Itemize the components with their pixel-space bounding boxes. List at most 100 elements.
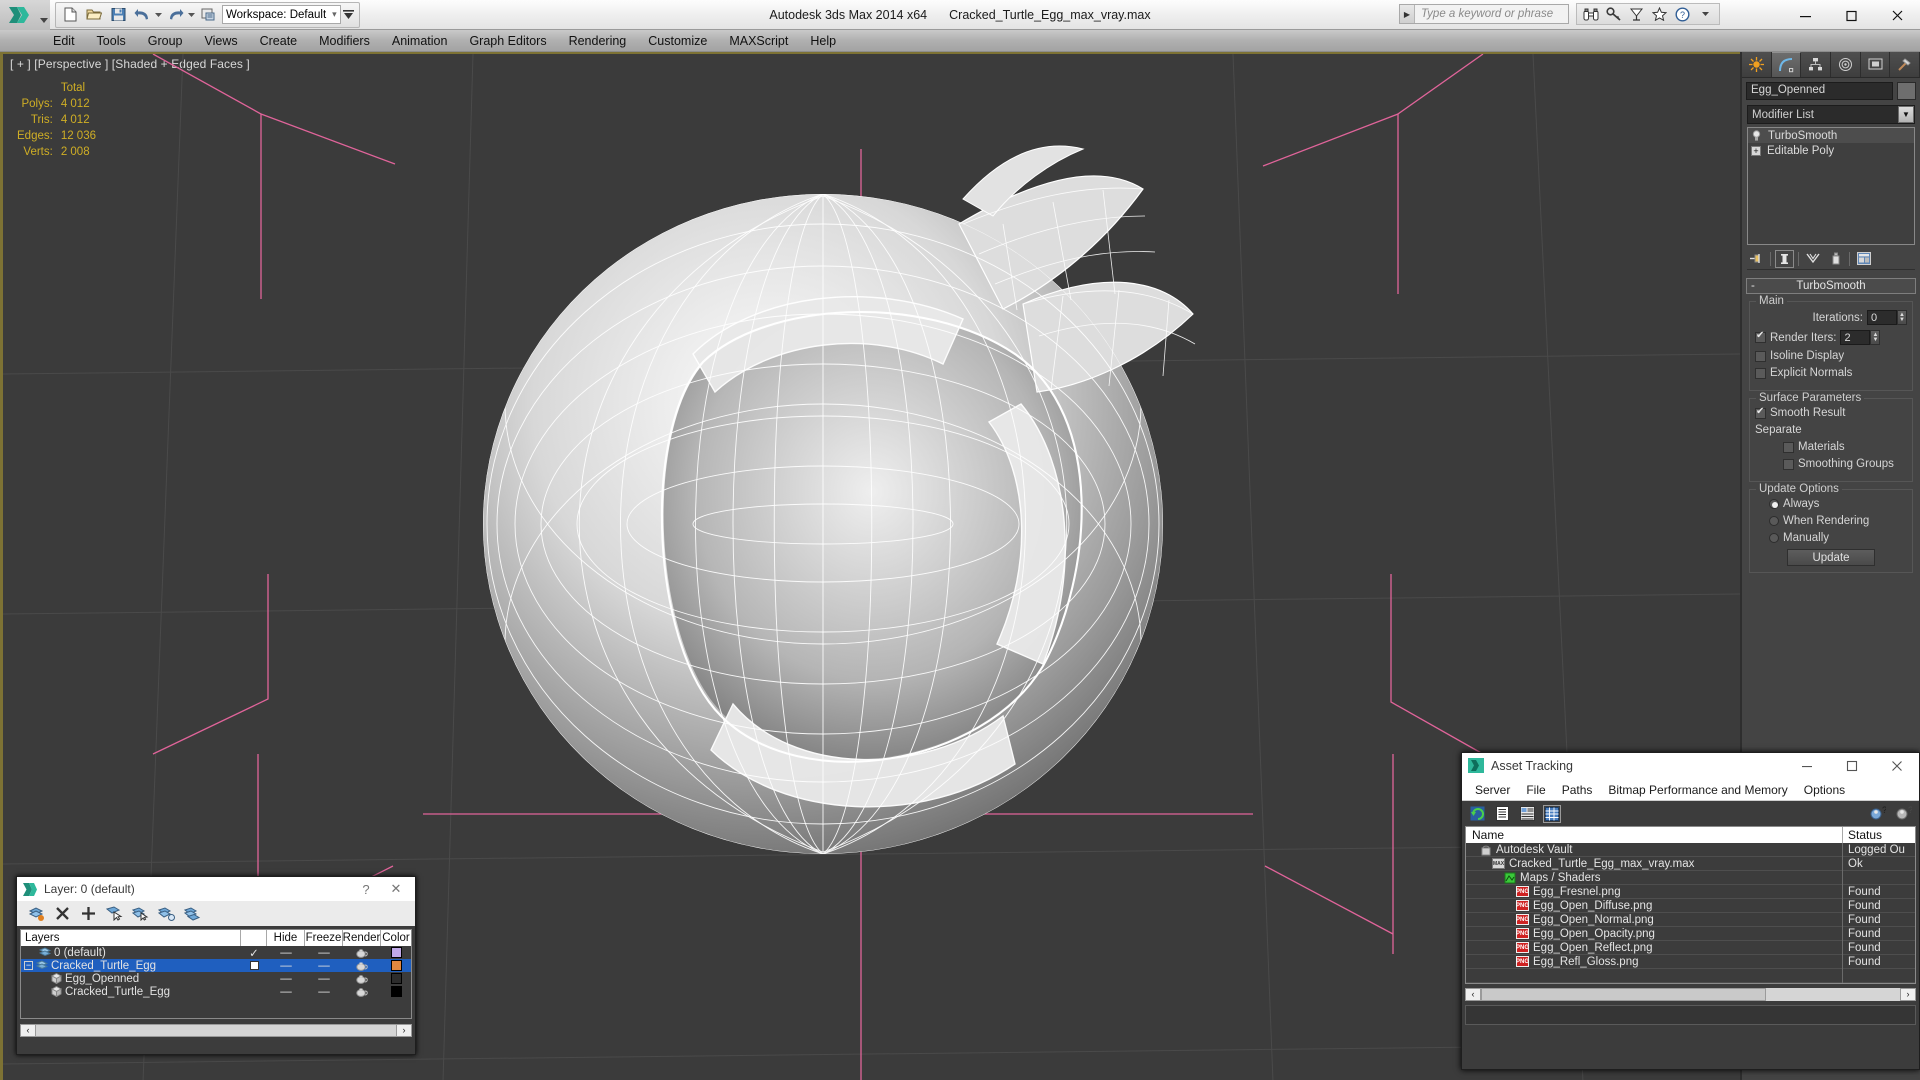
display-tab[interactable]: [1860, 52, 1891, 77]
menu-item-maxscript[interactable]: MAXScript: [718, 32, 799, 50]
refresh-icon[interactable]: [1468, 805, 1486, 823]
menu-item-customize[interactable]: Customize: [637, 32, 718, 50]
star-icon[interactable]: [1649, 4, 1670, 24]
when-rendering-radio[interactable]: [1769, 516, 1779, 526]
asset-close-button[interactable]: [1874, 753, 1919, 779]
select-objects-in-layer-icon[interactable]: [105, 905, 123, 923]
app-menu-button[interactable]: [0, 0, 38, 30]
table-row[interactable]: − Cracked_Turtle_Egg — —: [21, 959, 411, 972]
column-name[interactable]: Name: [1466, 827, 1843, 843]
table-row[interactable]: PNG Egg_Fresnel.png Found: [1466, 884, 1915, 899]
chevron-down-icon[interactable]: ▼: [1898, 106, 1914, 123]
modifier-stack-item-editable-poly[interactable]: + Editable Poly: [1748, 143, 1914, 158]
asset-maximize-button[interactable]: [1829, 753, 1874, 779]
vault-help-icon[interactable]: ?: [1895, 805, 1913, 823]
hierarchy-tab[interactable]: [1801, 52, 1832, 77]
freeze-toggle[interactable]: —: [305, 947, 343, 959]
create-tab[interactable]: [1742, 52, 1772, 77]
layer-dialog-titlebar[interactable]: Layer: 0 (default) ? ✕: [17, 877, 415, 901]
object-color-swatch[interactable]: [1897, 82, 1916, 100]
column-render[interactable]: Render: [343, 930, 381, 946]
column-color[interactable]: Color: [381, 930, 411, 946]
isoline-display-row[interactable]: Isoline Display: [1755, 350, 1907, 362]
update-button[interactable]: Update: [1787, 549, 1875, 566]
render-toggle[interactable]: [343, 948, 381, 958]
new-file-button[interactable]: [58, 4, 82, 26]
hide-toggle[interactable]: —: [267, 960, 305, 972]
render-toggle[interactable]: [343, 987, 381, 997]
menu-item-views[interactable]: Views: [193, 32, 248, 50]
asset-tracking-titlebar[interactable]: Asset Tracking: [1462, 753, 1919, 779]
table-row[interactable]: Maps / Shaders: [1466, 870, 1915, 885]
smooth-result-row[interactable]: Smooth Result: [1755, 406, 1907, 419]
render-toggle[interactable]: [343, 961, 381, 971]
layer-grid[interactable]: Layers Hide Freeze Render Color 0 (defau…: [20, 929, 412, 1019]
scroll-left-arrow-icon[interactable]: ‹: [1465, 987, 1481, 1001]
column-freeze[interactable]: Freeze: [305, 930, 343, 946]
iterations-spinner[interactable]: 0 ▲ ▼: [1867, 310, 1907, 325]
materials-checkbox[interactable]: [1783, 441, 1794, 453]
expand-plus-icon[interactable]: +: [1751, 145, 1761, 156]
modifier-list-dropdown[interactable]: Modifier List ▼: [1747, 105, 1915, 124]
hide-toggle[interactable]: —: [267, 947, 305, 959]
scroll-right-arrow-icon[interactable]: ›: [396, 1023, 412, 1037]
set-project-folder-button[interactable]: [196, 4, 220, 26]
color-swatch[interactable]: [381, 960, 411, 971]
menu-item-graph-editors[interactable]: Graph Editors: [458, 32, 557, 50]
grid-view-icon[interactable]: [1543, 804, 1561, 823]
satellite-icon[interactable]: [1626, 4, 1647, 24]
isoline-display-checkbox[interactable]: [1755, 350, 1766, 362]
render-iters-value[interactable]: 2: [1840, 330, 1871, 345]
configure-modifier-sets-icon[interactable]: [1854, 250, 1873, 268]
menu-item-rendering[interactable]: Rendering: [558, 32, 638, 50]
workspace-dropdown-button[interactable]: [341, 4, 357, 26]
table-row[interactable]: Autodesk Vault Logged Ou: [1466, 842, 1915, 857]
column-current[interactable]: [241, 930, 267, 946]
layer-dialog-help-button[interactable]: ?: [351, 877, 381, 901]
smoothing-groups-row[interactable]: Smoothing Groups: [1755, 458, 1907, 470]
modifier-stack[interactable]: TurboSmooth + Editable Poly: [1747, 127, 1915, 245]
close-button[interactable]: [1874, 0, 1920, 30]
motion-tab[interactable]: [1831, 52, 1861, 77]
update-option-when-rendering[interactable]: When Rendering: [1755, 515, 1907, 527]
asset-menu-bitmap-performance[interactable]: Bitmap Performance and Memory: [1600, 781, 1795, 799]
layer-horizontal-scrollbar[interactable]: ‹ ›: [20, 1023, 412, 1037]
render-iters-checkbox[interactable]: [1755, 330, 1766, 343]
collapse-minus-icon[interactable]: −: [24, 961, 33, 970]
layer-properties-icon[interactable]: [183, 905, 201, 923]
vault-login-icon[interactable]: ?: [1869, 805, 1887, 823]
cracked-egg-model[interactable]: [403, 104, 1343, 894]
layer-dialog[interactable]: Layer: 0 (default) ? ✕ Layers Hide Freez…: [16, 876, 416, 1055]
asset-tracking-dialog[interactable]: Asset Tracking Server File Paths Bitmap …: [1461, 752, 1920, 1070]
redo-button[interactable]: [163, 4, 187, 26]
freeze-toggle[interactable]: —: [305, 960, 343, 972]
color-swatch[interactable]: [381, 973, 411, 984]
menu-item-help[interactable]: Help: [799, 32, 847, 50]
create-new-layer-icon[interactable]: [27, 905, 45, 923]
materials-row[interactable]: Materials: [1755, 441, 1907, 453]
explicit-normals-checkbox[interactable]: [1755, 367, 1766, 379]
key-icon[interactable]: [1603, 4, 1624, 24]
smooth-result-checkbox[interactable]: [1755, 406, 1766, 419]
details-view-icon[interactable]: [1518, 805, 1536, 823]
freeze-toggle[interactable]: —: [305, 973, 343, 985]
asset-grid[interactable]: Name Status Autodesk Vault Logged Ou MAX…: [1465, 826, 1916, 984]
redo-dropdown-arrow[interactable]: [187, 4, 196, 26]
scroll-left-arrow-icon[interactable]: ‹: [20, 1023, 36, 1037]
column-layers[interactable]: Layers: [21, 930, 241, 946]
highlight-selected-objects-icon[interactable]: [157, 905, 175, 923]
undo-dropdown-arrow[interactable]: [154, 4, 163, 26]
color-swatch[interactable]: [381, 947, 411, 958]
asset-menu-paths[interactable]: Paths: [1554, 781, 1601, 799]
scroll-track[interactable]: [36, 1023, 396, 1037]
asset-menu-server[interactable]: Server: [1467, 781, 1518, 799]
menu-item-group[interactable]: Group: [137, 32, 194, 50]
maximize-button[interactable]: [1828, 0, 1874, 30]
show-end-result-icon[interactable]: [1775, 249, 1794, 268]
minimize-button[interactable]: [1782, 0, 1828, 30]
make-unique-icon[interactable]: [1803, 250, 1822, 268]
asset-minimize-button[interactable]: [1784, 753, 1829, 779]
menu-item-edit[interactable]: Edit: [42, 32, 86, 50]
render-toggle[interactable]: [343, 974, 381, 984]
open-file-button[interactable]: [82, 4, 106, 26]
